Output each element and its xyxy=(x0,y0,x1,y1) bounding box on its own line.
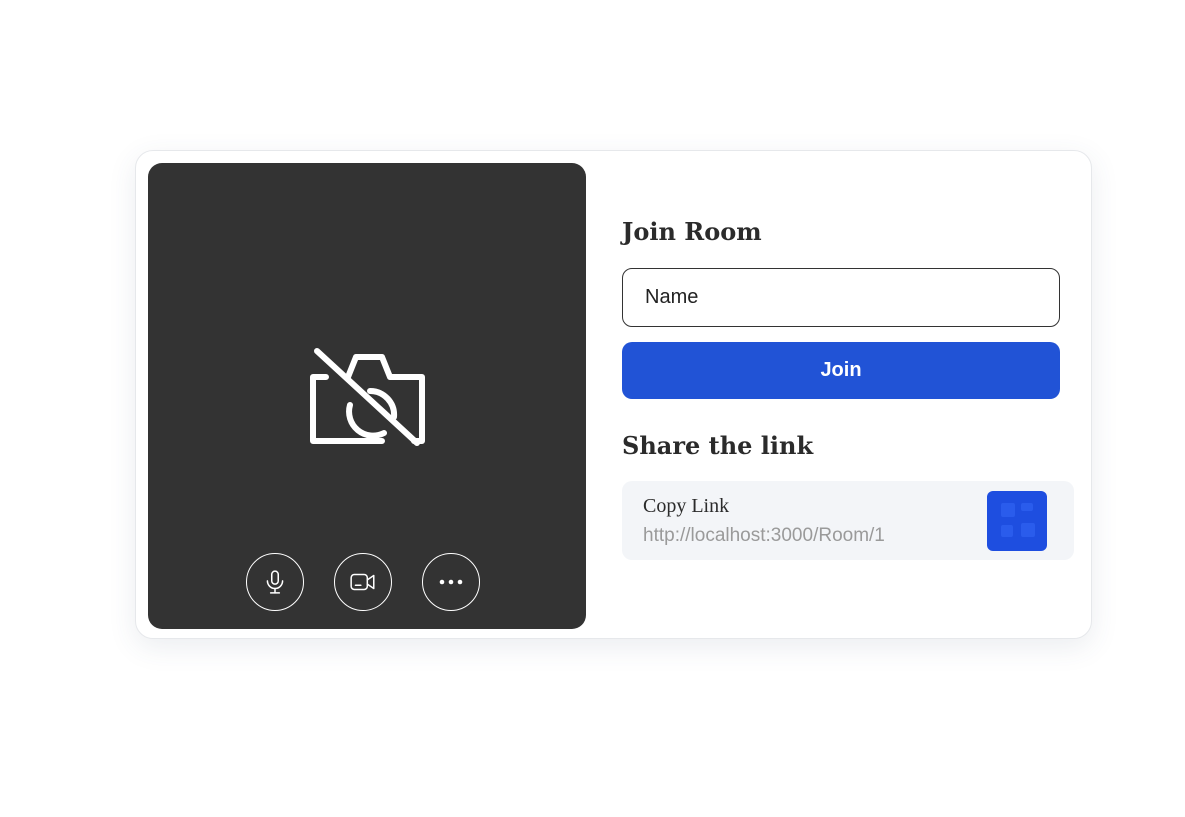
qr-code-button[interactable] xyxy=(987,491,1047,551)
copy-link-label: Copy Link xyxy=(643,495,730,517)
microphone-button[interactable] xyxy=(246,553,304,611)
camera-button[interactable] xyxy=(334,553,392,611)
join-room-title: Join Room xyxy=(622,217,762,246)
media-controls xyxy=(246,553,480,613)
copy-link-box[interactable]: Copy Link http://localhost:3000/Room/1 xyxy=(622,481,1074,560)
more-options-icon xyxy=(439,579,463,585)
more-options-button[interactable] xyxy=(422,553,480,611)
video-preview xyxy=(148,163,586,629)
microphone-icon xyxy=(266,570,284,594)
video-camera-icon xyxy=(350,573,375,591)
join-room-card: Join Room Join Share the link Copy Link … xyxy=(135,150,1092,639)
share-link-title: Share the link xyxy=(622,431,814,460)
camera-off-icon xyxy=(310,348,425,446)
name-input[interactable] xyxy=(622,268,1060,327)
join-button[interactable]: Join xyxy=(622,342,1060,399)
room-url: http://localhost:3000/Room/1 xyxy=(643,525,885,546)
qr-code-icon xyxy=(1001,503,1035,537)
